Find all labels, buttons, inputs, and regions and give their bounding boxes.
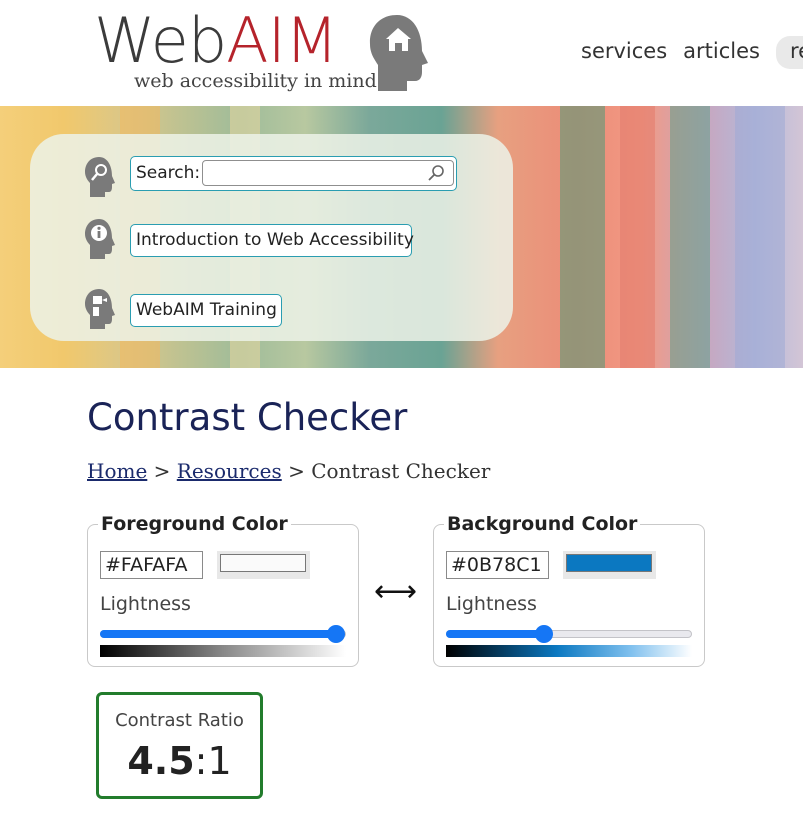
breadcrumb-separator: > bbox=[288, 459, 305, 483]
nav-services[interactable]: services bbox=[580, 36, 682, 69]
foreground-color-fieldset: Foreground Color Lightness bbox=[87, 513, 359, 667]
nav-articles[interactable]: articles bbox=[682, 36, 775, 69]
background-lightness-label: Lightness bbox=[446, 593, 537, 615]
banner-stripe bbox=[560, 106, 605, 368]
hero-banner: Search: Introduction to Web Accessibilit… bbox=[0, 106, 803, 368]
slider-thumb[interactable] bbox=[535, 625, 554, 643]
page-title: Contrast Checker bbox=[87, 396, 408, 439]
head-training-icon bbox=[85, 289, 115, 329]
contrast-ratio-label: Contrast Ratio bbox=[115, 710, 244, 731]
banner-stripe bbox=[620, 106, 655, 368]
background-lightness-slider[interactable] bbox=[446, 625, 692, 643]
background-legend: Background Color bbox=[444, 513, 641, 535]
foreground-color-picker[interactable] bbox=[217, 551, 310, 579]
background-hex-input[interactable] bbox=[446, 551, 549, 579]
foreground-hex-input[interactable] bbox=[100, 551, 203, 579]
contrast-ratio-suffix: :1 bbox=[194, 739, 232, 783]
foreground-lightness-gradient bbox=[100, 645, 346, 657]
quick-links-panel: Search: Introduction to Web Accessibilit… bbox=[30, 134, 513, 341]
foreground-lightness-slider[interactable] bbox=[100, 625, 346, 643]
head-logo-icon bbox=[369, 15, 428, 91]
background-color-fieldset: Background Color Lightness bbox=[433, 513, 705, 667]
banner-stripe bbox=[735, 106, 785, 368]
breadcrumb-resources-link[interactable]: Resources bbox=[177, 459, 282, 483]
background-color-picker[interactable] bbox=[563, 551, 656, 579]
contrast-ratio-box: Contrast Ratio 4.5:1 bbox=[96, 692, 263, 799]
breadcrumb-separator: > bbox=[153, 459, 171, 483]
slider-fill bbox=[100, 630, 337, 638]
search-form: Search: bbox=[130, 156, 457, 191]
head-search-icon bbox=[85, 157, 115, 197]
search-input[interactable] bbox=[202, 160, 454, 186]
banner-stripe bbox=[670, 106, 710, 368]
site-header: WebAIM web accessibility in mind service… bbox=[0, 0, 803, 106]
background-lightness-gradient bbox=[446, 645, 692, 657]
slider-thumb[interactable] bbox=[327, 625, 346, 643]
logo-tagline: web accessibility in mind bbox=[134, 70, 377, 92]
background-swatch bbox=[566, 554, 652, 572]
contrast-ratio-value: 4.5:1 bbox=[99, 739, 260, 783]
slider-fill bbox=[446, 630, 545, 638]
foreground-legend: Foreground Color bbox=[98, 513, 291, 535]
breadcrumb-current: Contrast Checker bbox=[311, 459, 491, 483]
foreground-lightness-label: Lightness bbox=[100, 593, 191, 615]
training-link[interactable]: WebAIM Training bbox=[130, 294, 282, 327]
intro-link[interactable]: Introduction to Web Accessibility bbox=[130, 224, 414, 257]
swap-colors-button[interactable]: ⟷ bbox=[374, 574, 417, 609]
breadcrumb: Home > Resources > Contrast Checker bbox=[87, 459, 490, 483]
main-nav: services articles re bbox=[580, 36, 803, 72]
logo-wordmark: WebAIM bbox=[94, 4, 338, 77]
webaim-logo[interactable]: WebAIM web accessibility in mind bbox=[94, 8, 434, 100]
head-info-icon bbox=[85, 219, 115, 259]
nav-resources[interactable]: re bbox=[775, 36, 803, 69]
foreground-swatch bbox=[220, 554, 306, 572]
contrast-ratio-number: 4.5 bbox=[127, 739, 195, 783]
search-icon[interactable] bbox=[427, 164, 445, 182]
search-label: Search: bbox=[136, 163, 201, 183]
breadcrumb-home-link[interactable]: Home bbox=[87, 459, 147, 483]
